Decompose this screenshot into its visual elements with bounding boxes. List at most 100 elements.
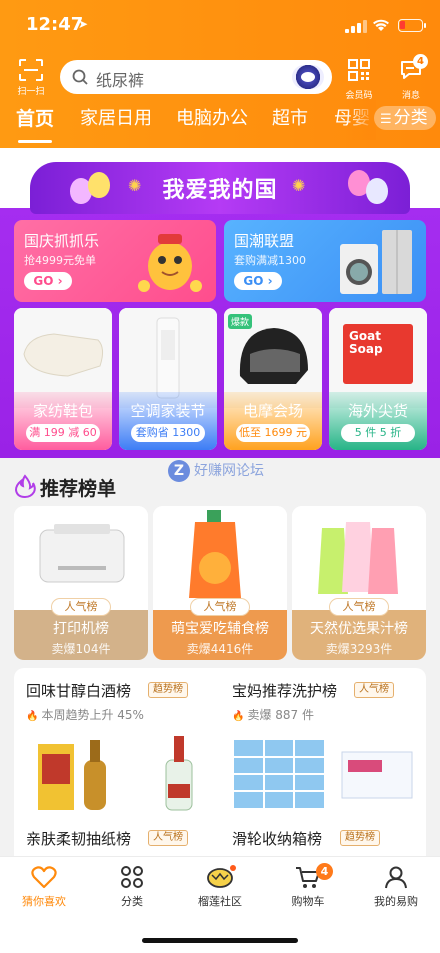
card-name: 空调家装节 — [130, 402, 206, 420]
product-image-printer — [14, 506, 148, 606]
promo-card-title: 国潮联盟 — [234, 232, 295, 250]
card-promo-pill: 满 199 减 60 — [26, 424, 100, 442]
tab-home[interactable]: 首页 — [16, 104, 54, 143]
product-image-baby-food — [153, 506, 287, 606]
grid-icon — [121, 866, 143, 888]
rank-list-name: 亲肤柔韧抽纸榜 — [26, 830, 132, 848]
tab-computer-office[interactable]: 电脑办公 — [176, 104, 248, 130]
scan-button[interactable]: 扫一扫 — [14, 58, 48, 97]
nav-label: 猜你喜欢 — [22, 895, 66, 908]
card-name: 电摩会场 — [242, 402, 303, 420]
rank-list-storage-box[interactable]: 滑轮收纳箱榜 趋势榜 — [220, 818, 426, 858]
notification-dot — [230, 865, 236, 871]
nav-label: 购物车 — [291, 895, 325, 908]
cell-signal-icon — [345, 19, 367, 33]
message-label: 消息 — [401, 91, 420, 101]
mascot-illustration — [138, 234, 202, 292]
member-code-button[interactable]: 会员码 — [342, 58, 376, 101]
category-menu-label: 分类 — [393, 108, 428, 128]
search-input[interactable]: 纸尿裤 — [60, 60, 332, 94]
soap-package: Goat Soap — [343, 324, 413, 384]
tab-home-goods[interactable]: 家居日用 — [80, 104, 152, 130]
flame-icon — [14, 474, 36, 498]
forum-watermark: Z 好赚网论坛 — [168, 460, 264, 482]
category-menu-button[interactable]: 分类 — [374, 106, 436, 130]
status-time: 12:47 — [26, 14, 84, 35]
rank-list-sub: 卖爆 887 件 — [232, 706, 314, 723]
card-name: 家纺鞋包 — [32, 402, 93, 420]
go-label: GO — [33, 274, 54, 288]
promo-card-overseas[interactable]: Goat Soap 海外尖货 5 件 5 折 — [329, 308, 427, 450]
rank-list-badge: 趋势榜 — [148, 682, 188, 698]
rank-card-name: 萌宝爱吃辅食榜 — [171, 621, 269, 637]
battery-icon — [398, 19, 426, 32]
product-image-wipes — [234, 740, 413, 808]
rank-list-tissue[interactable]: 亲肤柔韧抽纸榜 人气榜 — [14, 818, 220, 858]
rank-list-name: 回味甘醇白酒榜 — [26, 682, 132, 700]
popular-tag: 人气榜 — [51, 598, 111, 616]
card-promo-pill: 5 件 5 折 — [341, 424, 415, 442]
rank-list-name: 滑轮收纳箱榜 — [232, 830, 323, 848]
tab-supermarket[interactable]: 超市 — [272, 104, 308, 130]
go-label: GO — [243, 274, 264, 288]
rank-card-printer[interactable]: 人气榜 打印机榜 卖爆104件 — [14, 506, 148, 660]
tab-fade — [346, 100, 376, 140]
nav-my-account[interactable]: 我的易购 — [356, 865, 436, 909]
search-placeholder: 纸尿裤 — [96, 71, 145, 90]
heart-icon — [31, 866, 57, 889]
promo-card-aircon[interactable]: 空调家装节 套购省 1300 — [119, 308, 217, 450]
popular-tag: 人气榜 — [329, 598, 389, 616]
status-bar: 12:47 ➤ — [0, 0, 440, 52]
rank-card-sold: 卖爆4416件 — [186, 642, 254, 656]
promo-card-national-day[interactable]: 国庆抓抓乐 抢4999元免单 GO › — [14, 220, 216, 302]
message-badge: 4 — [413, 54, 428, 69]
product-image-juice — [292, 506, 426, 606]
promo-card-textiles[interactable]: 家纺鞋包 满 199 减 60 — [14, 308, 112, 450]
promo-card-title: 国庆抓抓乐 — [24, 232, 100, 250]
promo-banner[interactable]: ✺ ✺ 我爱我的国 — [30, 162, 410, 214]
message-button[interactable]: 4 消息 — [394, 54, 428, 101]
wifi-icon — [373, 19, 389, 31]
scan-icon — [19, 59, 43, 81]
rank-card-sold: 卖爆104件 — [51, 642, 111, 656]
promo-card-subtitle: 套购满减1300 — [234, 254, 306, 267]
appliance-illustration — [340, 230, 412, 294]
rank-card-name: 天然优选果汁榜 — [310, 621, 408, 637]
rank-card-name: 打印机榜 — [53, 621, 109, 637]
soap-brand-text: Goat — [349, 329, 381, 343]
promo-card-e-moto[interactable]: 爆款 电摩会场 低至 1699 元 — [224, 308, 322, 450]
nav-guess-you-like[interactable]: 猜你喜欢 — [4, 865, 84, 909]
rank-list-badge: 人气榜 — [148, 830, 188, 846]
product-image-liquor — [38, 736, 193, 811]
watermark-text: 好赚网论坛 — [194, 463, 264, 479]
visual-search-icon[interactable] — [292, 65, 324, 89]
cart-count-badge: 4 — [316, 863, 333, 880]
rank-card-sold: 卖爆3293件 — [325, 642, 393, 656]
promo-banner-title: 我爱我的国 — [162, 178, 278, 203]
popular-tag: 人气榜 — [190, 598, 250, 616]
user-icon — [385, 866, 407, 889]
rank-card-baby-food[interactable]: 人气榜 萌宝爱吃辅食榜 卖爆4416件 — [153, 506, 287, 660]
rank-list-badge: 趋势榜 — [340, 830, 380, 846]
promo-card-subtitle: 抢4999元免单 — [24, 254, 96, 267]
rank-list-name: 宝妈推荐洗护榜 — [232, 682, 338, 700]
promo-card-guochao[interactable]: 国潮联盟 套购满减1300 GO › — [224, 220, 426, 302]
promo-section: ✺ ✺ 我爱我的国 国庆抓抓乐 抢4999元免单 GO › 国潮联盟 套购满减1… — [0, 148, 440, 458]
card-name: 海外尖货 — [347, 402, 408, 420]
go-button[interactable]: GO › — [234, 272, 282, 290]
rank-list-sub: 本周趋势上升 45% — [26, 706, 144, 723]
nav-durian-community[interactable]: 榴莲社区 — [180, 865, 260, 909]
card-promo-pill: 套购省 1300 — [131, 424, 205, 442]
nav-category[interactable]: 分类 — [92, 865, 172, 909]
hot-corner-tag: 爆款 — [228, 314, 253, 329]
rank-card-juice[interactable]: 人气榜 天然优选果汁榜 卖爆3293件 — [292, 506, 426, 660]
go-button[interactable]: GO › — [24, 272, 72, 290]
qr-code-icon — [348, 59, 370, 81]
nav-label: 我的易购 — [374, 895, 418, 908]
nav-label: 分类 — [121, 895, 143, 908]
search-icon — [72, 69, 88, 85]
nav-cart[interactable]: 4 购物车 — [268, 863, 348, 909]
card-promo-pill: 低至 1699 元 — [236, 424, 310, 442]
nav-label: 榴莲社区 — [198, 895, 242, 908]
header-bar: 12:47 ➤ 扫一扫 纸尿裤 会员码 4 消息 首页 家居日用 电脑办公 超市… — [0, 0, 440, 148]
